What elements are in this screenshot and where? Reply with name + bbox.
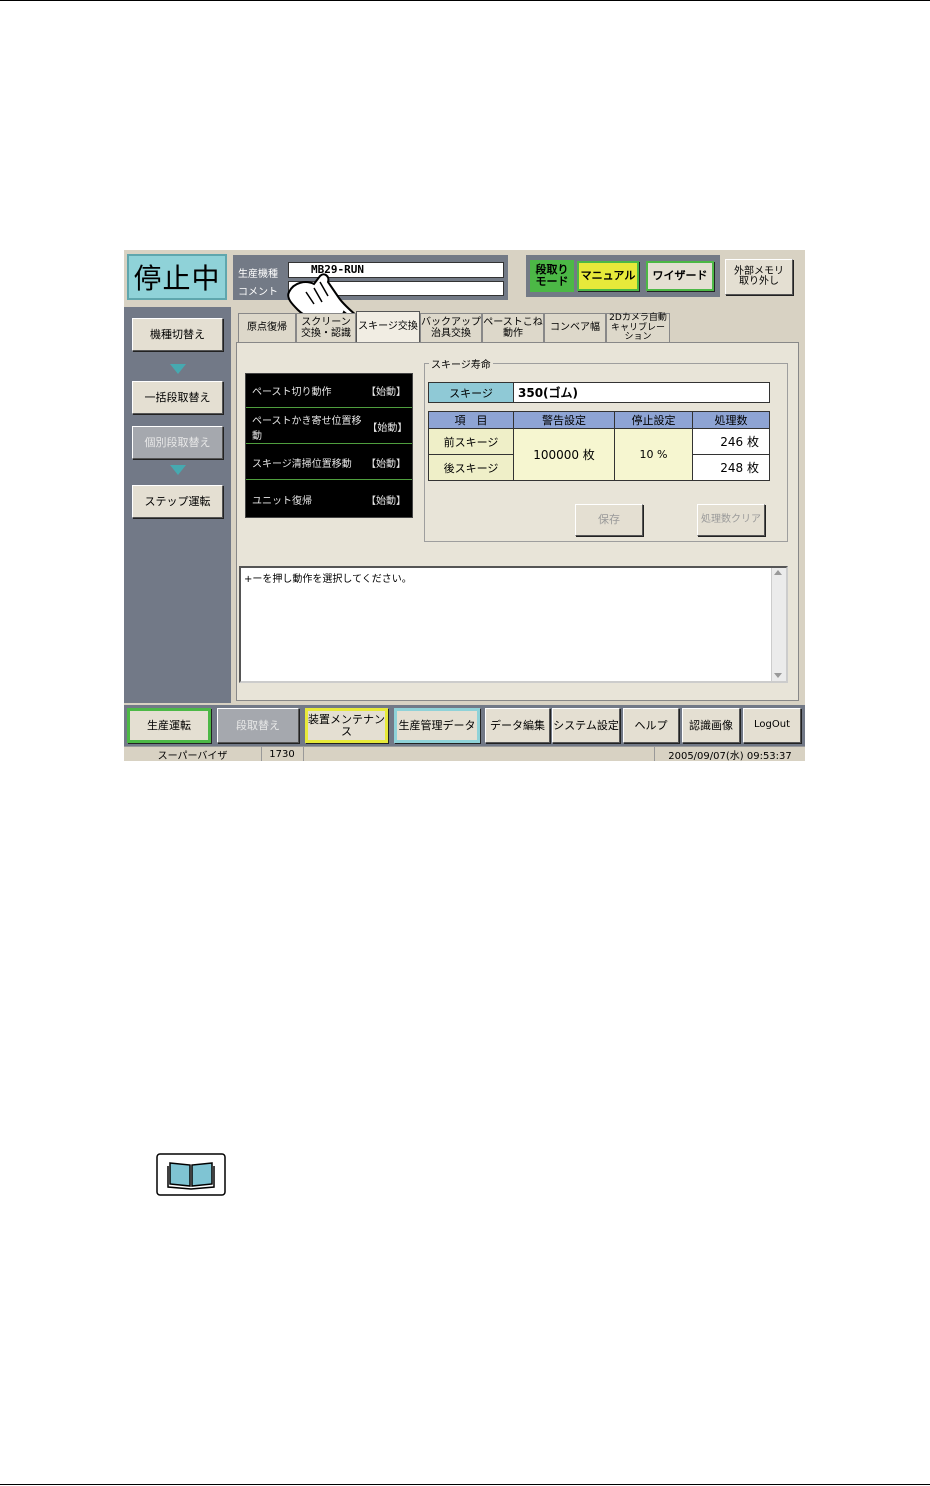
mode-group: 段取り モード マニュアル ワイザード <box>526 255 720 297</box>
setup-change-button[interactable]: 段取替え <box>217 708 299 743</box>
tab-backup-jig[interactable]: バックアップ 治具交換 <box>420 313 482 343</box>
production-data-button[interactable]: 生産管理データ <box>394 708 480 743</box>
front-squeegee-label: 前スキージ <box>428 428 514 455</box>
scrollbar[interactable] <box>771 568 786 681</box>
mode-label: 段取り モード <box>530 260 574 292</box>
scroll-down-icon[interactable] <box>774 673 782 678</box>
production-run-button[interactable]: 生産運転 <box>127 708 211 743</box>
manual-mode-button[interactable]: マニュアル <box>577 261 639 291</box>
arrow-down-icon <box>170 364 186 374</box>
maintenance-button[interactable]: 装置メンテナンス <box>305 708 388 743</box>
datetime: 2005/09/07(水) 09:53:37 <box>654 747 805 762</box>
status-bar: スーパーバイザ 1730 2005/09/07(水) 09:53:37 <box>124 746 805 762</box>
action-item[interactable]: ペースト切り動作 【始動】 <box>246 374 412 408</box>
header-item: 項 目 <box>428 411 514 429</box>
message-box[interactable]: +ーを押し動作を選択してください。 <box>239 566 788 683</box>
tab-2d-camera-calibration[interactable]: 2Dカメラ自動 キャリブレーション <box>606 313 670 343</box>
logout-button[interactable]: LogOut <box>743 708 801 743</box>
data-edit-button[interactable]: データ編集 <box>485 708 550 743</box>
tab-conveyor-width[interactable]: コンベア幅 <box>544 313 606 343</box>
user-role: スーパーバイザ <box>124 747 262 762</box>
rear-squeegee-label: 後スキージ <box>428 454 514 481</box>
sidebar-item-model-change[interactable]: 機種切替え <box>132 318 223 351</box>
wizard-mode-button[interactable]: ワイザード <box>646 261 714 291</box>
arrow-down-icon <box>170 465 186 475</box>
squeegee-label: スキージ <box>428 382 514 403</box>
action-item[interactable]: ユニット復帰 【始動】 <box>246 482 412 516</box>
machine-screen: 停止中 生産機種 MB29-RUN コメント 段取り モード マニュアル ワイザ… <box>124 250 805 762</box>
help-button[interactable]: ヘルプ <box>623 708 679 743</box>
action-list: ペースト切り動作 【始動】 ペーストかき寄せ位置移動 【始動】 スキージ清掃位置移動… <box>245 373 413 518</box>
system-settings-button[interactable]: システム設定 <box>552 708 620 743</box>
stop-value[interactable]: 10 % <box>614 428 693 481</box>
sidebar-item-step-operation[interactable]: ステップ運転 <box>132 485 223 518</box>
header-stop: 停止設定 <box>614 411 693 429</box>
model-label: 生産機種 <box>238 269 278 280</box>
tab-screen-exchange[interactable]: スクリーン 交換・認識 <box>296 313 356 343</box>
top-rule <box>0 0 930 1</box>
machine-status: 停止中 <box>127 254 227 300</box>
warning-value[interactable]: 100000 枚 <box>513 428 615 481</box>
save-button[interactable]: 保存 <box>575 504 643 536</box>
scroll-up-icon[interactable] <box>774 570 782 575</box>
bottom-rule <box>0 1484 930 1485</box>
sidebar-item-individual-setup[interactable]: 個別段取替え <box>132 426 223 459</box>
action-item[interactable]: ペーストかき寄せ位置移動 【始動】 <box>246 410 412 444</box>
tab-squeegee-exchange[interactable]: スキージ交換 <box>356 311 420 343</box>
tab-origin-return[interactable]: 原点復帰 <box>238 313 296 343</box>
message-text: +ーを押し動作を選択してください。 <box>244 574 412 585</box>
bottom-menu-bar: 生産運転 段取替え 装置メンテナンス 生産管理データ データ編集 システム設定 … <box>124 705 805 746</box>
header-warning: 警告設定 <box>513 411 615 429</box>
external-memory-button[interactable]: 外部メモリ 取り外し <box>725 259 793 295</box>
operator-code: 1730 <box>261 747 304 761</box>
sidebar-item-batch-setup[interactable]: 一括段取替え <box>132 381 223 414</box>
action-item[interactable]: スキージ清掃位置移動 【始動】 <box>246 446 412 480</box>
tab-paste-kneading[interactable]: ペーストこね 動作 <box>482 313 544 343</box>
squeegee-life-group: スキージ寿命 スキージ 350(ゴム) 項 目 警告設定 停止設定 処理数 前ス… <box>424 356 788 542</box>
squeegee-value[interactable]: 350(ゴム) <box>513 382 770 403</box>
front-count: 246 枚 <box>692 428 770 455</box>
book-icon <box>156 1153 226 1196</box>
clear-count-button[interactable]: 処理数クリア <box>697 504 765 536</box>
group-title: スキージ寿命 <box>429 356 493 371</box>
recognition-image-button[interactable]: 認識画像 <box>682 708 740 743</box>
sidebar: 機種切替え 一括段取替え 個別段取替え ステップ運転 <box>124 307 231 703</box>
comment-label: コメント <box>238 287 278 298</box>
header-count: 処理数 <box>692 411 770 429</box>
rear-count: 248 枚 <box>692 454 770 481</box>
